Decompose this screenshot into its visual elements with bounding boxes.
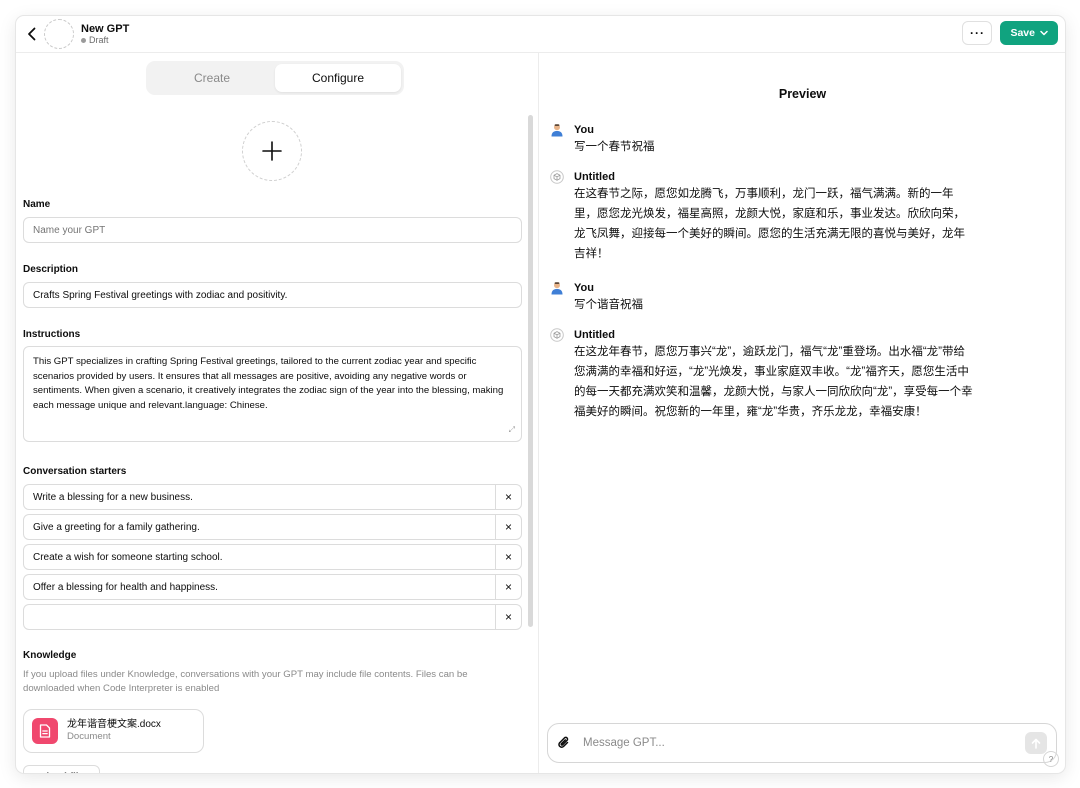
instructions-textarea[interactable]: This GPT specializes in crafting Spring … [23,346,522,442]
message-text: 在这春节之际，愿您如龙腾飞，万事顺利，龙门一跃，福气满满。新的一年里，愿您龙光焕… [574,188,965,260]
file-card[interactable]: 龙年谐音梗文案.docx Document [23,709,204,753]
message-author: You [574,282,594,294]
remove-starter-button[interactable]: × [495,515,521,539]
starter-row: Write a blessing for a new business. × [23,484,522,510]
status-dot-icon [81,37,86,43]
message-text: 写个谐音祝福 [574,299,643,312]
draft-status: Draft [81,35,129,45]
chevron-left-icon [27,27,35,41]
gpt-title: New GPT [81,22,130,35]
back-button[interactable] [24,24,38,44]
chat-message-user: You 写一个春节祝福 [551,123,974,158]
chat-message-gpt: Untitled 在这龙年春节，愿您万事兴“龙”，逾跃龙门，福气“龙”重登场。出… [550,328,974,422]
chat-message-user: You 写个谐音祝福 [551,281,974,316]
message-composer [547,723,1057,763]
starter-input[interactable]: Create a wish for someone starting schoo… [24,545,495,569]
file-name: 龙年谐音梗文案.docx [67,718,161,730]
tab-configure[interactable]: Configure [275,64,401,92]
document-icon [32,718,58,744]
description-label: Description [23,264,79,275]
help-button[interactable]: ? [1043,751,1059,767]
starter-input[interactable]: Offer a blessing for health and happines… [24,575,495,599]
upload-files-button[interactable]: Upload files [23,765,100,773]
name-input[interactable] [23,217,522,243]
chat-message-gpt: Untitled 在这春节之际，愿您如龙腾飞，万事顺利，龙门一跃，福气满满。新的… [550,170,974,264]
user-avatar-icon [551,282,563,295]
remove-starter-button[interactable]: × [495,485,521,509]
starter-input[interactable]: Give a greeting for a family gathering. [24,515,495,539]
gpt-cube-icon [550,328,564,342]
starter-input[interactable] [24,605,495,629]
knowledge-description: If you upload files under Knowledge, con… [23,669,468,695]
instructions-label: Instructions [23,329,81,340]
top-bar: New GPT Draft ··· Save [16,16,1065,53]
instructions-text: This GPT specializes in crafting Spring … [33,356,504,411]
remove-starter-button[interactable]: × [495,545,521,569]
more-options-button[interactable]: ··· [962,21,993,45]
add-image-button[interactable] [242,121,302,181]
tab-create[interactable]: Create [149,64,275,92]
arrow-up-icon [1031,738,1041,749]
description-input[interactable]: Crafts Spring Festival greetings with zo… [23,282,522,308]
starter-row: Give a greeting for a family gathering. … [23,514,522,540]
save-button-label: Save [1010,27,1035,39]
starter-row: Offer a blessing for health and happines… [23,574,522,600]
gpt-cube-icon [550,170,564,184]
message-text: 写一个春节祝福 [574,141,655,154]
knowledge-label: Knowledge [23,650,77,661]
remove-starter-button[interactable]: × [495,575,521,599]
user-avatar-icon [551,124,563,137]
plus-icon [262,141,282,161]
name-label: Name [23,199,51,210]
draft-status-label: Draft [89,35,109,46]
chevron-down-icon [1040,30,1048,36]
send-button[interactable] [1025,732,1047,754]
save-button[interactable]: Save [1000,21,1058,45]
message-input[interactable] [583,737,1025,749]
message-author: Untitled [574,171,615,183]
configure-panel: Create Configure Name Description Crafts… [16,53,539,773]
starters-label: Conversation starters [23,466,127,477]
message-author: You [574,124,594,136]
resize-handle-icon[interactable]: ⤢ [509,424,515,436]
preview-title: Preview [778,87,827,101]
starter-input[interactable]: Write a blessing for a new business. [24,485,495,509]
preview-panel: Preview You 写一个春节祝福 Untitled 在这春节之际，愿您如龙… [540,53,1065,773]
scrollbar[interactable] [528,115,533,627]
remove-starter-button[interactable]: × [495,605,521,629]
mode-tabs: Create Configure [146,61,404,95]
starter-row: Create a wish for someone starting schoo… [23,544,522,570]
starter-row: × [23,604,522,630]
attach-paperclip-icon[interactable] [557,735,571,751]
gpt-builder-window: New GPT Draft ··· Save Create Configure … [16,16,1065,773]
file-type: Document [67,731,111,743]
gpt-avatar-placeholder [44,19,74,49]
message-text: 在这龙年春节，愿您万事兴“龙”，逾跃龙门，福气“龙”重登场。出水福“龙”带给您满… [574,346,973,418]
message-author: Untitled [574,329,615,341]
